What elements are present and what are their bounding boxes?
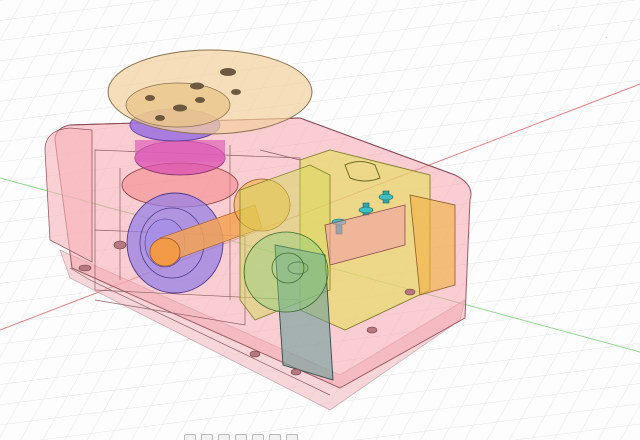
grid-axis-label-1: · [505,14,508,22]
output-gear-side [135,140,225,162]
horn-hole-2 [190,82,204,90]
grid-axis-label-3: · [605,34,608,42]
3d-viewport[interactable]: · · · [0,0,640,440]
idler-gear [243,231,329,313]
grid-settings-icon[interactable] [286,434,298,440]
horn-hole-1 [220,68,236,76]
horn-hole-3 [173,104,187,112]
fit-icon[interactable] [252,434,264,440]
horn-hole-4 [145,95,155,101]
model-scene[interactable] [0,0,640,440]
horn-hole-6 [155,115,165,121]
orbit-icon[interactable] [184,434,196,440]
pan-icon[interactable] [218,434,230,440]
pin-2-cap [358,206,374,214]
horn-hole-7 [231,89,241,95]
display-settings-icon[interactable] [269,434,281,440]
zoom-icon[interactable] [235,434,247,440]
grid-axis-label-2: · [557,22,560,30]
motor-pinion [149,237,181,267]
navigation-bar [184,433,334,440]
pin-3-cap [378,193,394,201]
horn-hole-5 [195,97,205,103]
look-at-icon[interactable] [201,434,213,440]
